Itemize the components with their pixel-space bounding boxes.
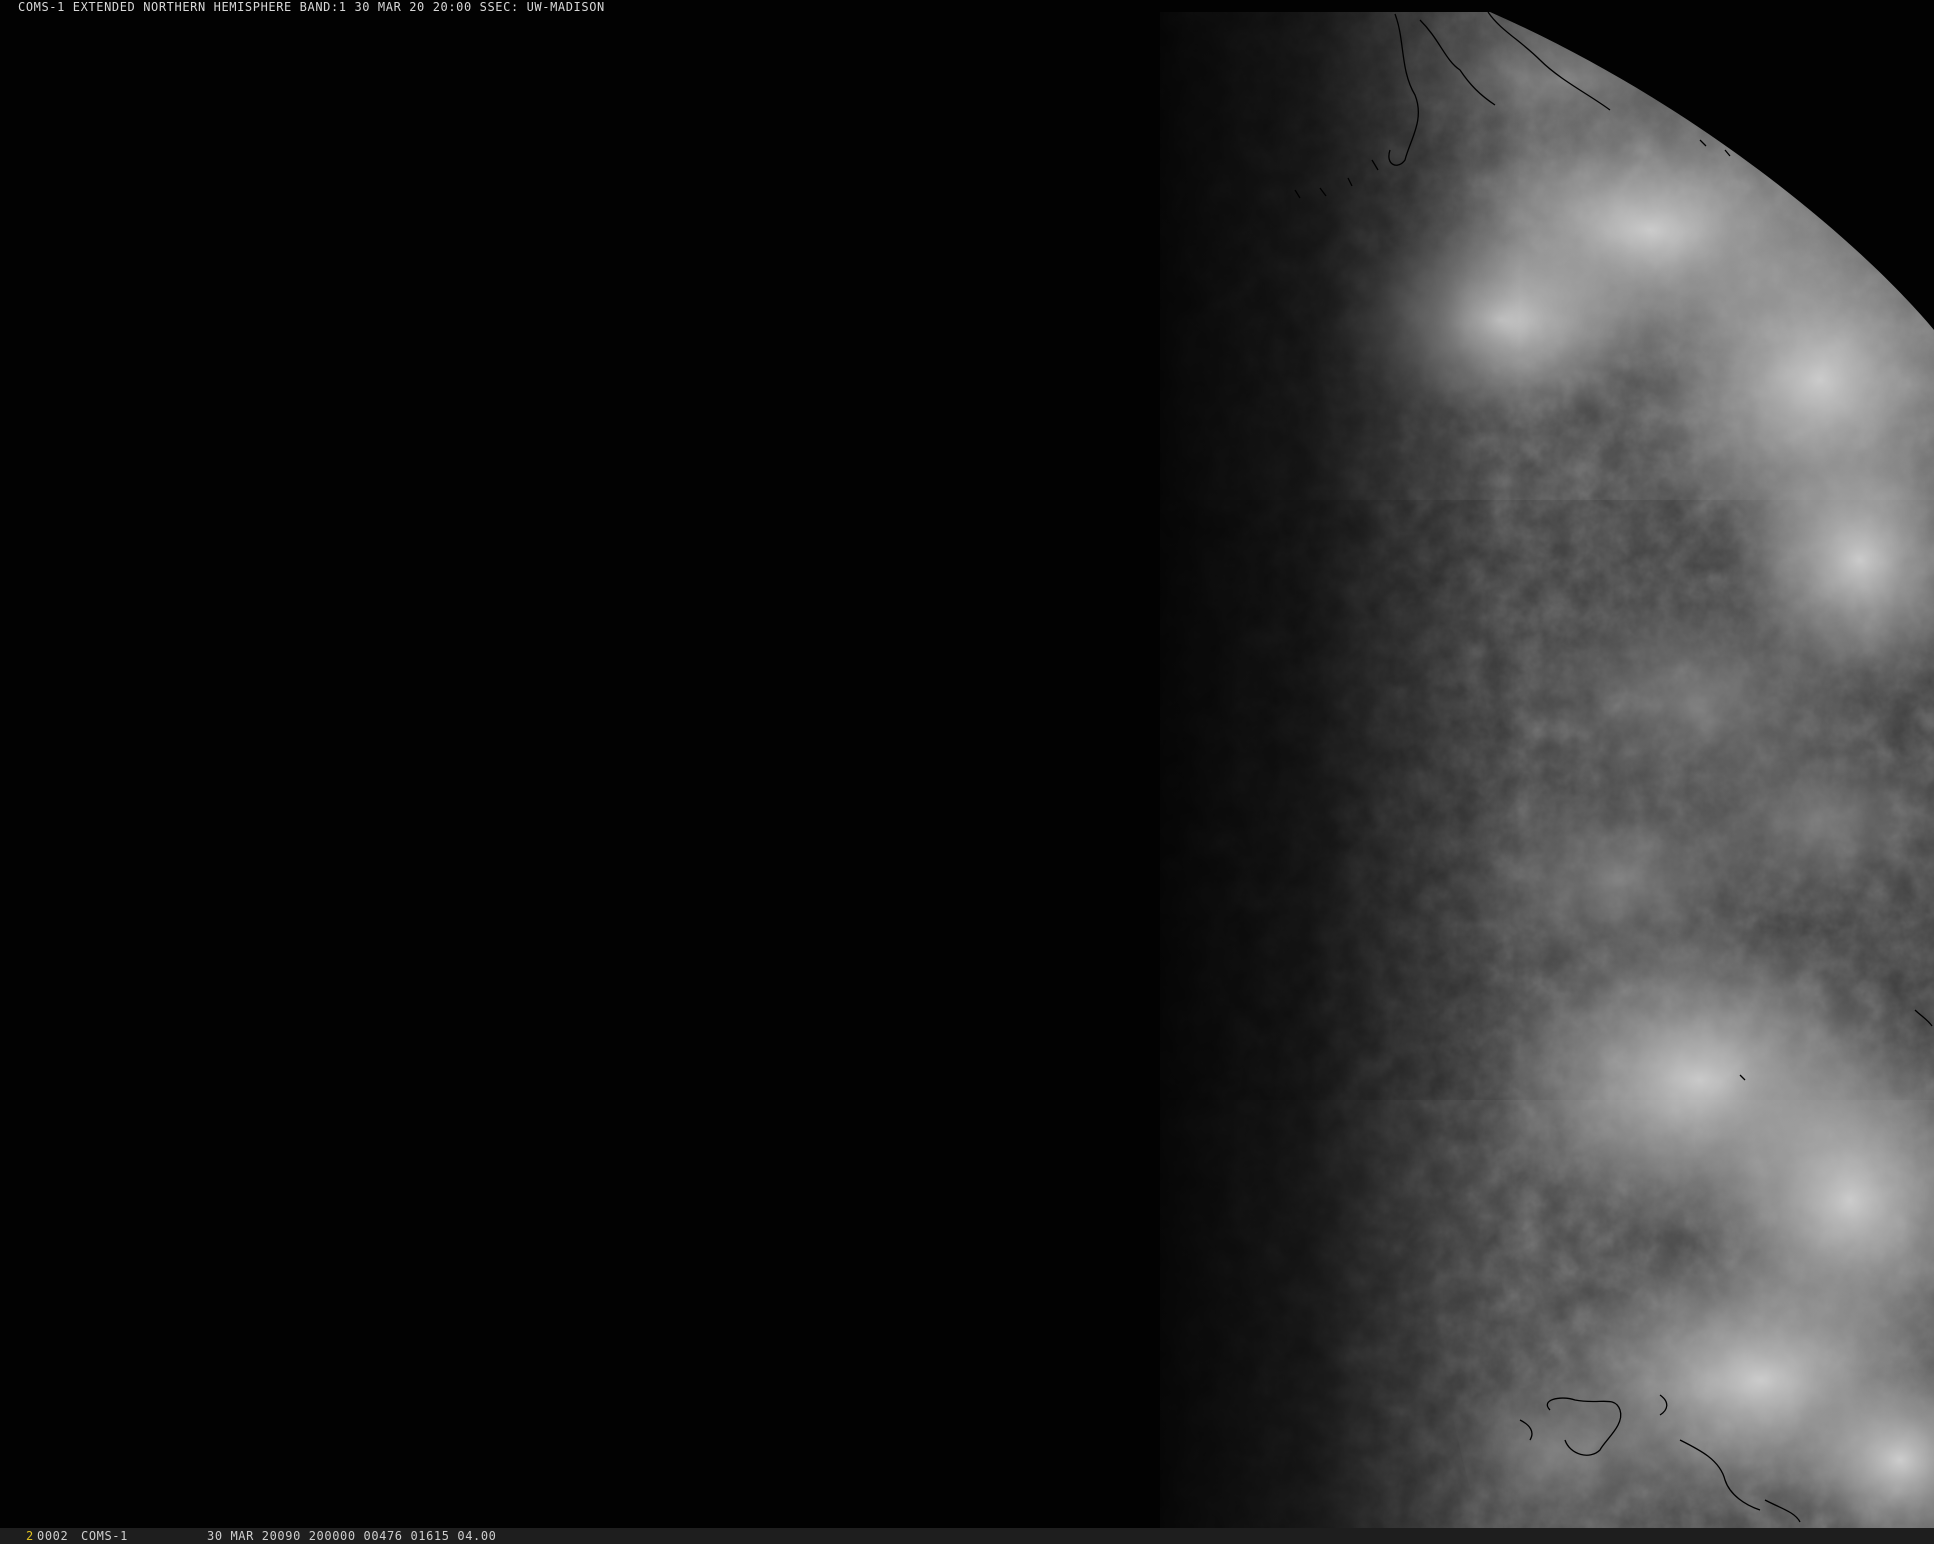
- satellite-imagery: [0, 0, 1934, 1544]
- frame-number: 2: [26, 1529, 34, 1543]
- earth-disk: [1160, 12, 1934, 1528]
- image-info: 30 MAR 20090 200000 00476 01615 04.00: [207, 1529, 497, 1543]
- satellite-image-frame: COMS-1 EXTENDED NORTHERN HEMISPHERE BAND…: [0, 0, 1934, 1544]
- status-bar: 2 0002 COMS-1 30 MAR 20090 200000 00476 …: [0, 1528, 1934, 1544]
- satellite-name: COMS-1: [81, 1529, 128, 1543]
- image-title: COMS-1 EXTENDED NORTHERN HEMISPHERE BAND…: [18, 0, 605, 14]
- frame-id: 0002: [37, 1529, 69, 1543]
